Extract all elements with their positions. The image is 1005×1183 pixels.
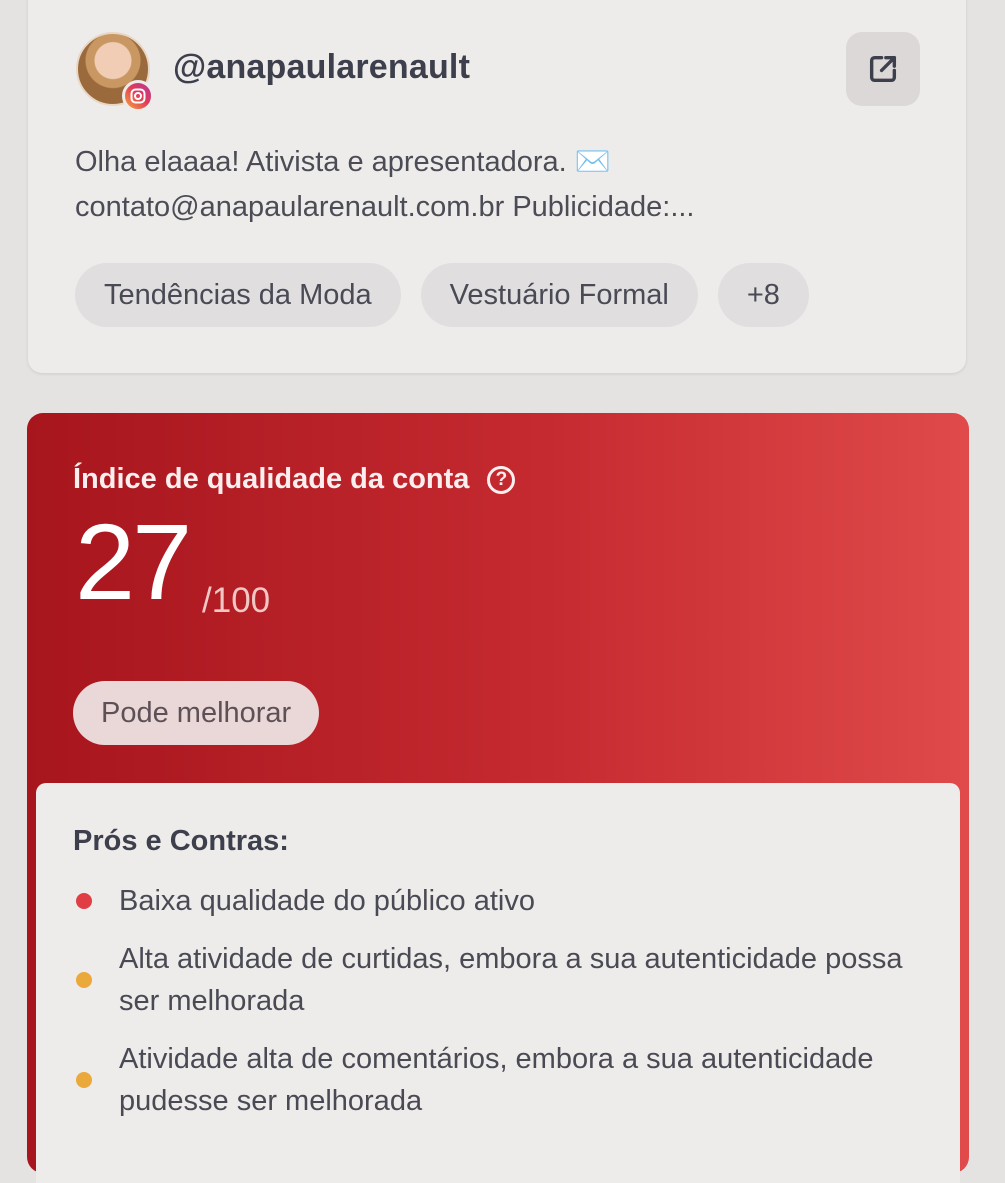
profile-card: @anapaularenault Olha elaaaa! Ativista e…: [28, 0, 966, 373]
list-item: Atividade alta de comentários, embora a …: [76, 1038, 906, 1122]
list-item: Alta atividade de curtidas, embora a sua…: [76, 938, 906, 1022]
bio-line-1: Olha elaaaa! Ativista e apresentadora. ✉…: [75, 146, 611, 178]
instagram-icon: [122, 80, 154, 112]
status-dot: [76, 972, 92, 988]
quality-title: Índice de qualidade da conta: [73, 463, 470, 495]
avatar-wrap[interactable]: [76, 32, 154, 112]
tag-chip[interactable]: Tendências da Moda: [75, 263, 401, 327]
list-item-text: Atividade alta de comentários, embora a …: [119, 1043, 874, 1117]
quality-index-card: Índice de qualidade da conta ? 27 /100 P…: [27, 413, 969, 1183]
list-item-text: Baixa qualidade do público ativo: [119, 885, 535, 917]
status-badge: Pode melhorar: [73, 681, 320, 745]
quality-title-row: Índice de qualidade da conta ?: [73, 463, 516, 496]
status-dot: [76, 893, 92, 909]
pros-cons-title: Prós e Contras:: [73, 825, 289, 857]
quality-score: 27: [75, 501, 192, 622]
profile-handle[interactable]: @anapaularenault: [173, 48, 470, 87]
list-item-text: Alta atividade de curtidas, embora a sua…: [119, 943, 903, 1017]
tag-chip[interactable]: Vestuário Formal: [420, 263, 698, 327]
external-link-icon: [869, 55, 897, 83]
quality-score-max: /100: [202, 581, 271, 620]
bio-line-2: contato@anapaularenault.com.br Publicida…: [75, 191, 695, 223]
profile-bio: Olha elaaaa! Ativista e apresentadora. ✉…: [75, 140, 855, 230]
more-tags-chip[interactable]: +8: [717, 263, 809, 327]
pros-cons-list: Baixa qualidade do público ativo Alta at…: [76, 880, 906, 1138]
help-icon[interactable]: ?: [487, 465, 516, 494]
tag-list: Tendências da Moda Vestuário Formal +8: [75, 263, 809, 327]
list-item: Baixa qualidade do público ativo: [76, 880, 906, 922]
open-profile-button[interactable]: [846, 32, 920, 106]
status-dot: [76, 1072, 92, 1088]
pros-cons-panel: Prós e Contras: Baixa qualidade do públi…: [36, 783, 960, 1183]
